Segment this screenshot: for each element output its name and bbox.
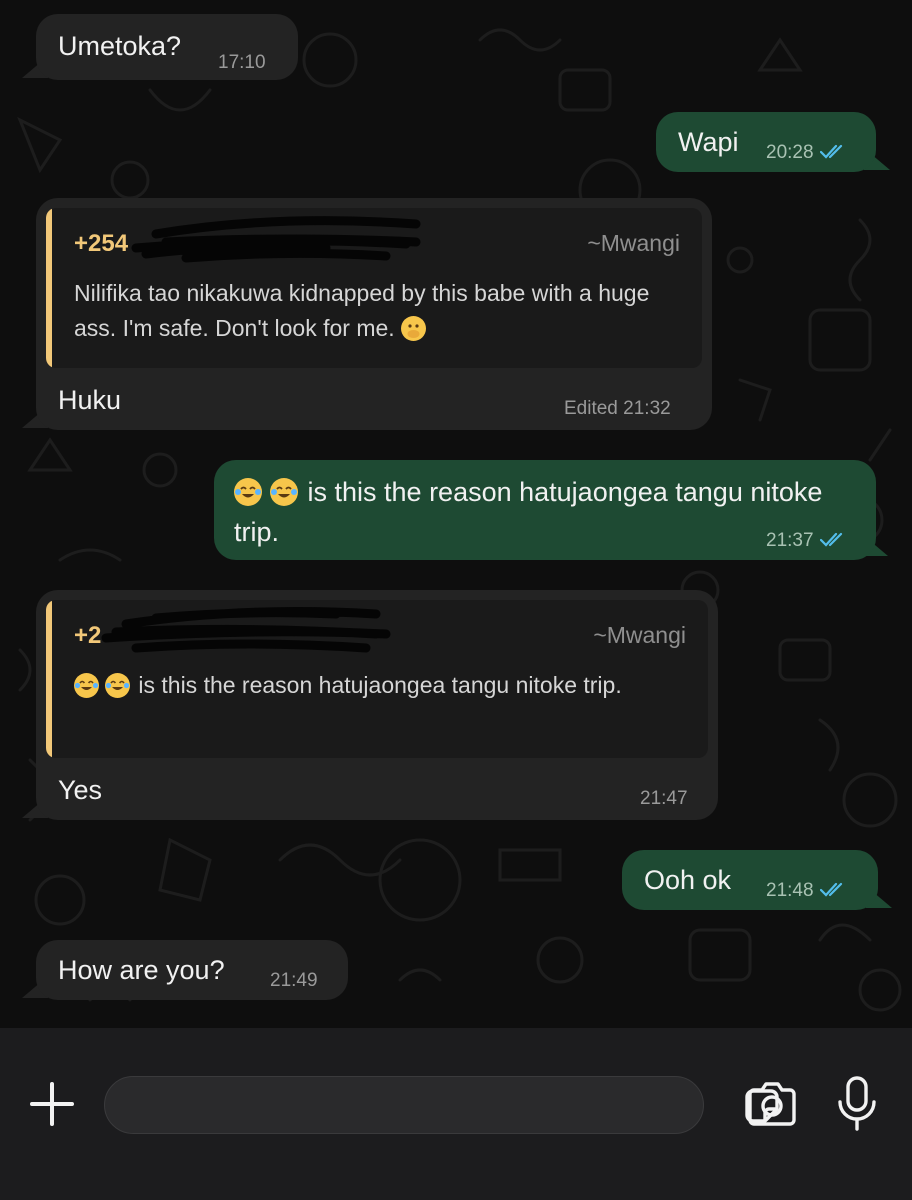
outgoing-message[interactable]: Wapi 20:28 [656,112,876,172]
quote-text: Nilifika tao nikakuwa kidnapped by this … [74,276,682,346]
read-ticks-icon [819,532,842,547]
quote-text-content: is this the reason hatujaongea tangu nit… [138,672,622,698]
message-time: 21:48 [766,880,846,902]
outgoing-message[interactable]: Ooh ok 21:48 [622,850,878,910]
message-composer [0,1028,912,1200]
message-time: 21:49 [270,970,318,991]
message-time-label: 21:37 [766,530,814,551]
redaction-scribble [131,216,421,263]
message-time: Edited 21:32 [564,398,671,419]
tears-of-joy-icon [105,673,130,698]
quote-accent-bar [46,208,52,368]
quoted-message[interactable]: +2 ~Mwangi is this the reason hatujaonge… [46,600,708,758]
incoming-message[interactable]: Umetoka? 17:10 [36,14,298,80]
incoming-reply-message[interactable]: +254 ~Mwangi Nilifika tao nikakuwa kidna… [36,198,712,430]
quote-text: is this the reason hatujaongea tangu nit… [74,668,688,703]
message-text: Ooh ok [644,865,732,895]
plus-icon[interactable] [26,1078,78,1130]
read-ticks-icon [819,144,842,159]
message-text: How are you? [58,955,225,985]
tears-of-joy-icon [234,478,262,506]
message-text-content: is this the reason hatujaongea tangu nit… [234,477,823,547]
message-text: Umetoka? [58,31,182,61]
quote-accent-bar [46,600,52,758]
quote-author-name: ~Mwangi [593,622,686,648]
message-time-label: 21:48 [766,880,814,901]
quote-text-content: Nilifika tao nikakuwa kidnapped by this … [74,280,650,341]
read-ticks-icon [819,882,842,897]
message-time: 20:28 [766,142,846,164]
message-input[interactable] [125,1085,625,1125]
outgoing-message[interactable]: is this the reason hatujaongea tangu nit… [214,460,876,560]
chat-area: Umetoka? 17:10 Wapi 20:28 +254 ~Mwangi N… [0,0,912,1028]
message-time: 17:10 [218,52,266,73]
message-text: Wapi [678,127,739,157]
redaction-scribble [101,607,391,653]
quoted-message[interactable]: +254 ~Mwangi Nilifika tao nikakuwa kidna… [46,208,702,368]
incoming-reply-message[interactable]: +2 ~Mwangi is this the reason hatujaonge… [36,590,718,820]
quote-sender: +254 [74,230,129,257]
incoming-message[interactable]: How are you? 21:49 [36,940,348,1000]
quote-author-name: ~Mwangi [587,230,680,256]
microphone-icon[interactable] [834,1074,880,1134]
face-with-hand-over-mouth-icon [401,316,427,341]
tears-of-joy-icon [74,673,99,698]
message-text: Yes [58,775,103,805]
message-time: 21:37 [766,530,846,552]
tears-of-joy-icon [270,478,298,506]
message-time: 21:47 [640,788,688,809]
message-text: Huku [58,385,122,415]
message-time-label: 20:28 [766,142,814,163]
camera-icon[interactable] [744,1080,800,1128]
message-input-field[interactable] [104,1076,779,1134]
